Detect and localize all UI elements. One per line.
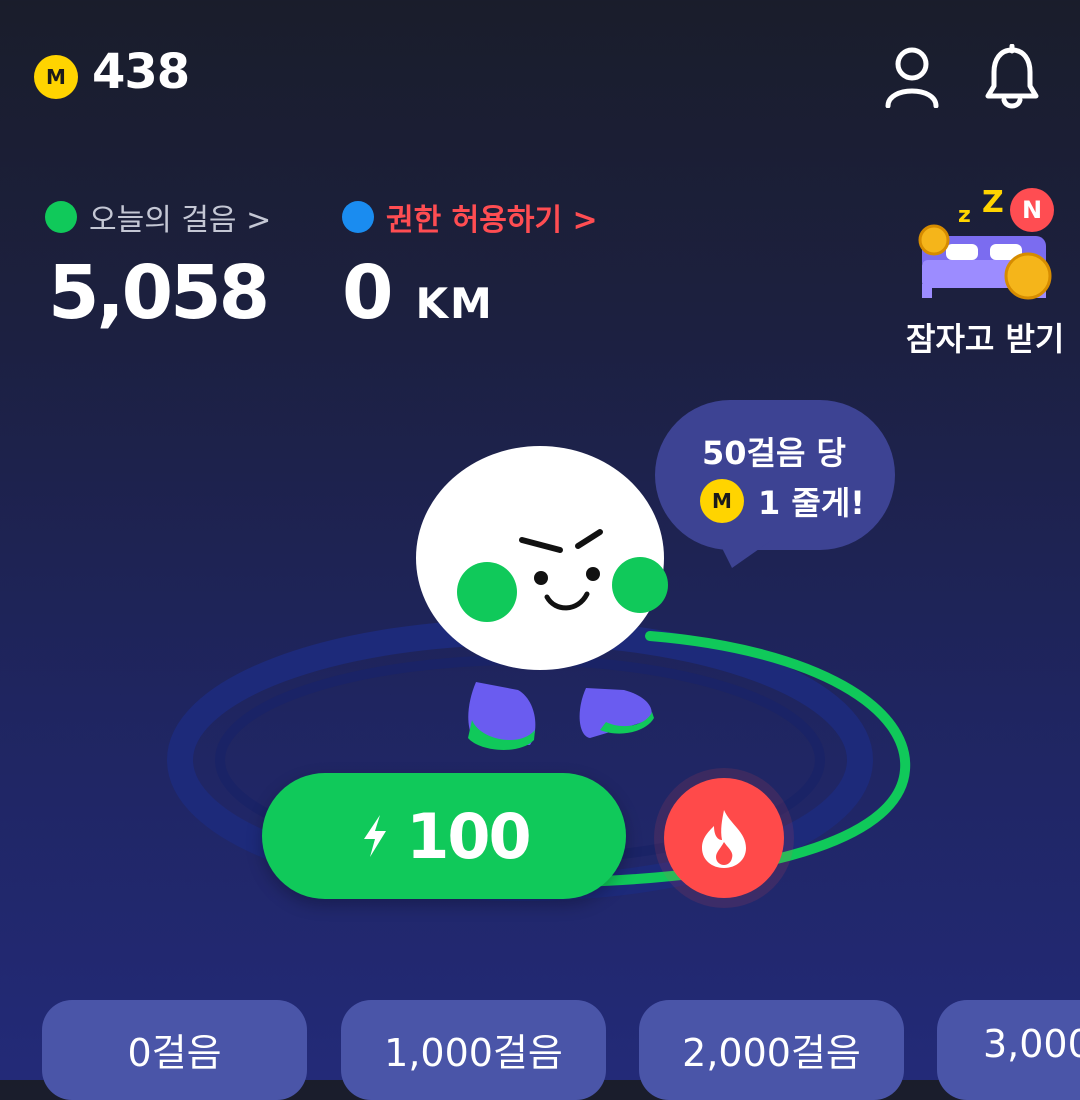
today-steps-value: 5,058: [48, 250, 270, 336]
bubble-text-line1: 50걸음 당: [702, 434, 846, 472]
bubble-text-line2: M 1 줄게!: [700, 478, 865, 524]
bell-icon[interactable]: [980, 43, 1044, 110]
milestone-chip-2000[interactable]: 2,000걸음: [639, 1000, 904, 1100]
new-badge: N: [1010, 188, 1054, 232]
coin-icon: M: [34, 55, 78, 99]
speech-bubble-tail: [718, 540, 772, 568]
speech-bubble: [655, 400, 895, 550]
profile-icon[interactable]: [884, 46, 940, 109]
bubble-reward-text: 1 줄게!: [758, 484, 865, 522]
distance-value: 0: [342, 250, 394, 336]
boost-value: 100: [406, 799, 531, 873]
distance-unit: KM: [415, 279, 494, 328]
svg-text:Z: Z: [982, 185, 1004, 220]
mascot-character: [416, 446, 668, 750]
coin-balance: 438: [92, 44, 190, 100]
svg-text:z: z: [958, 203, 971, 228]
distance-dot-icon: [342, 201, 374, 233]
today-steps-label: 오늘의 걸음 >: [89, 203, 272, 238]
coin-icon: M: [700, 479, 744, 523]
milestone-chip-3000[interactable]: 3,000: [937, 1000, 1080, 1100]
today-steps-link[interactable]: 오늘의 걸음 >: [45, 195, 271, 239]
fire-icon: [702, 810, 746, 868]
sleep-reward-label: 잠자고 받기: [906, 320, 1065, 358]
permission-link[interactable]: 권한 허용하기 >: [342, 195, 598, 239]
milestone-chip-1000[interactable]: 1,000걸음: [341, 1000, 606, 1100]
permission-label: 권한 허용하기 >: [386, 203, 598, 238]
steps-dot-icon: [45, 201, 77, 233]
boost-button[interactable]: 100: [262, 773, 626, 899]
milestone-chip-0[interactable]: 0걸음: [42, 1000, 307, 1100]
distance-display: 0 KM: [342, 250, 494, 336]
fire-button[interactable]: [664, 778, 784, 898]
lightning-icon: [364, 815, 387, 857]
